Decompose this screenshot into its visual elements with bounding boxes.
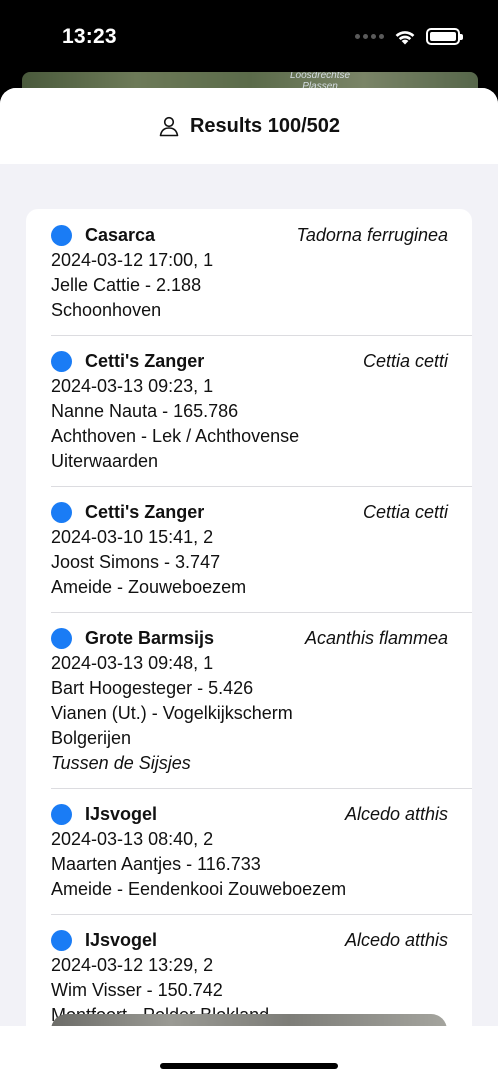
species-name: Grote Barmsijs: [85, 627, 215, 648]
name-wrap: IJsvogel: [51, 929, 158, 951]
status-dot-icon: [51, 929, 72, 951]
wifi-icon: [395, 30, 415, 44]
location: Schoonhoven: [51, 300, 162, 320]
list-item[interactable]: IJsvogel Alcedo atthis 2024-03-13 08:40, 2…: [26, 788, 472, 914]
row-header: IJsvogel Alcedo atthis: [51, 928, 448, 952]
results-sheet: Results 100/502 Casarca Tadorna ferrugine…: [0, 88, 498, 1080]
row-header: Cetti's Zanger Cettia cetti: [51, 349, 448, 373]
location: Achthoven - Lek / Achthovense Uiterwaard…: [51, 426, 300, 471]
latin-name: Cettia cetti: [362, 350, 448, 371]
status-dot-icon: [51, 627, 72, 649]
species-name: IJsvogel: [85, 803, 158, 824]
list-item[interactable]: Cetti's Zanger Cettia cetti 2024-03-13 09:…: [26, 335, 472, 486]
observation-datetime: 2024-03-12 13:29, 2: [51, 955, 214, 975]
name-wrap: Cetti's Zanger: [51, 350, 205, 372]
observer: Nanne Nauta - 165.786: [51, 401, 239, 421]
species-name: Cetti's Zanger: [85, 350, 205, 371]
latin-name: Cettia cetti: [362, 501, 448, 522]
observer: Maarten Aantjes - 116.733: [51, 854, 261, 874]
page-title: Results 100/502: [189, 114, 341, 137]
location: Ameide - Zouweboezem: [51, 577, 247, 597]
location: Vianen (Ut.) - Vogelkijkscherm Bolgerije…: [51, 703, 293, 748]
home-indicator[interactable]: [160, 1063, 338, 1069]
latin-name: Alcedo atthis: [344, 929, 448, 950]
bottom-bar: [0, 1026, 498, 1080]
observer: Bart Hoogesteger - 5.426: [51, 678, 254, 698]
results-list: Casarca Tadorna ferruginea 2024-03-12 17:0…: [26, 209, 472, 1069]
status-bar: 13:23: [0, 0, 498, 80]
location: Ameide - Eendenkooi Zouweboezem: [51, 879, 347, 899]
observation-datetime: 2024-03-13 08:40, 2: [51, 829, 214, 849]
sheet-header: Results 100/502: [0, 88, 498, 164]
row-header: Casarca Tadorna ferruginea: [51, 223, 448, 247]
list-item[interactable]: Grote Barmsijs Acanthis flammea 2024-03-13…: [26, 612, 472, 788]
list-item[interactable]: Casarca Tadorna ferruginea 2024-03-12 17:0…: [26, 209, 472, 335]
latin-name: Tadorna ferruginea: [296, 224, 448, 245]
species-name: Cetti's Zanger: [85, 501, 205, 522]
latin-name: Acanthis flammea: [304, 627, 448, 648]
list-item[interactable]: Cetti's Zanger Cettia cetti 2024-03-10 15:…: [26, 486, 472, 612]
name-wrap: Cetti's Zanger: [51, 501, 205, 523]
status-time: 13:23: [62, 25, 117, 48]
status-dot-icon: [51, 803, 72, 825]
name-wrap: IJsvogel: [51, 803, 158, 825]
row-header: IJsvogel Alcedo atthis: [51, 802, 448, 826]
status-dot-icon: [51, 350, 72, 372]
status-dot-icon: [51, 224, 72, 246]
battery-icon: [426, 28, 463, 45]
status-icons: [355, 28, 463, 45]
observer: Wim Visser - 150.742: [51, 980, 223, 1000]
species-name: IJsvogel: [85, 929, 158, 950]
observation-datetime: 2024-03-13 09:48, 1: [51, 653, 214, 673]
observation-datetime: 2024-03-13 09:23, 1: [51, 376, 214, 396]
observer: Jelle Cattie - 2.188: [51, 275, 202, 295]
species-name: Casarca: [85, 224, 156, 245]
cellular-signal-icon: [355, 34, 384, 39]
name-wrap: Grote Barmsijs: [51, 627, 215, 649]
status-dot-icon: [51, 501, 72, 523]
name-wrap: Casarca: [51, 224, 156, 246]
observation-datetime: 2024-03-10 15:41, 2: [51, 527, 214, 547]
person-icon: [159, 116, 179, 137]
latin-name: Alcedo atthis: [344, 803, 448, 824]
observer: Joost Simons - 3.747: [51, 552, 221, 572]
row-header: Cetti's Zanger Cettia cetti: [51, 500, 448, 524]
observation-datetime: 2024-03-12 17:00, 1: [51, 250, 214, 270]
observation-note: Tussen de Sijsjes: [51, 753, 191, 773]
row-header: Grote Barmsijs Acanthis flammea: [51, 626, 448, 650]
